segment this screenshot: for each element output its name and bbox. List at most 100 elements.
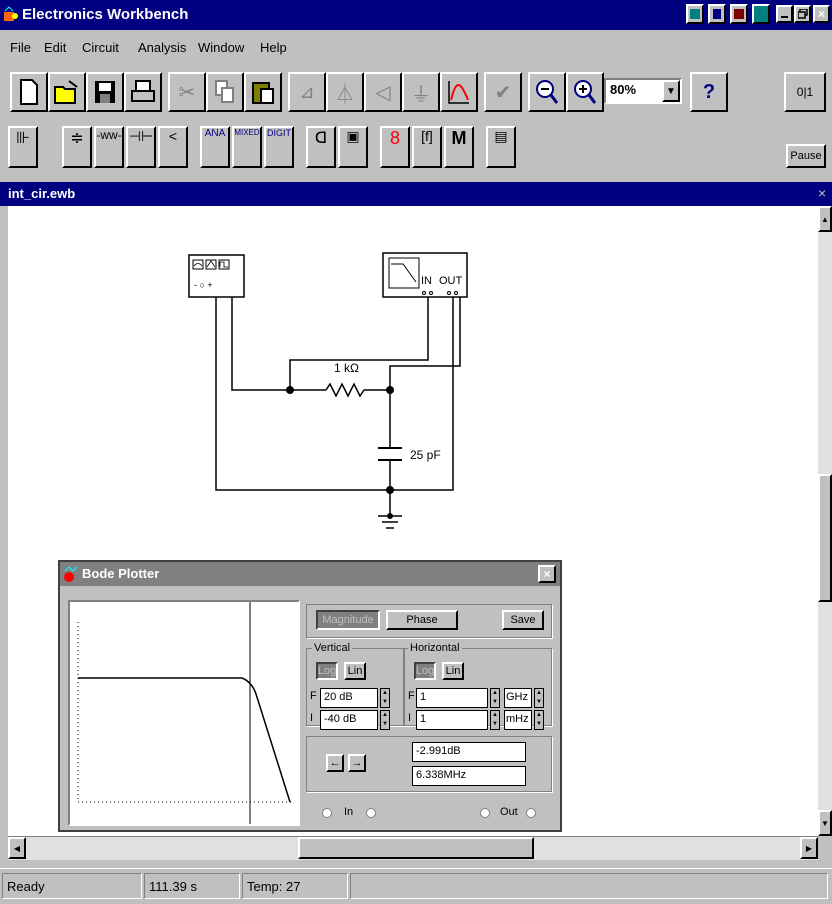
- horizontal-initial-prefix: I: [408, 712, 412, 724]
- vertical-final-field[interactable]: 20 dB: [320, 688, 378, 708]
- toolbar-icon-a[interactable]: [686, 4, 704, 24]
- vertical-scroll-thumb[interactable]: [818, 474, 832, 602]
- bode-close-button[interactable]: ×: [538, 565, 556, 583]
- digital-ics-bin-icon[interactable]: DIGIT: [264, 126, 294, 168]
- magnitude-button[interactable]: Magnitude: [316, 610, 380, 630]
- basic-bin-icon[interactable]: -ww-: [94, 126, 124, 168]
- horizontal-final-field[interactable]: 1: [416, 688, 488, 708]
- analog-ics-bin-icon[interactable]: ANA: [200, 126, 230, 168]
- zoom-out-icon[interactable]: [528, 72, 566, 112]
- scroll-right-button[interactable]: ▶: [800, 837, 818, 859]
- menu-help[interactable]: Help: [260, 40, 287, 55]
- favorites-bin-icon[interactable]: ⊪: [8, 126, 38, 168]
- vertical-lin-label: Lin: [347, 665, 363, 677]
- phase-label: Phase: [406, 614, 438, 626]
- menu-bar: File Edit Circuit Analysis Window Help: [0, 30, 832, 64]
- app-title-bar[interactable]: Electronics Workbench ×: [0, 0, 832, 30]
- flip-horizontal-icon[interactable]: ◁: [364, 72, 402, 112]
- miscellaneous-bin-icon[interactable]: M: [444, 126, 474, 168]
- scroll-up-button[interactable]: ▲: [818, 206, 832, 232]
- flip-vertical-icon[interactable]: ⏃: [326, 72, 364, 112]
- horizontal-final-unit-spinner[interactable]: ▲ ▼: [534, 688, 544, 708]
- paste-icon[interactable]: [244, 72, 282, 112]
- save-button[interactable]: Save: [502, 610, 544, 630]
- component-properties-icon[interactable]: ⏚: [402, 72, 440, 112]
- mixed-ics-bin-icon[interactable]: MIXED: [232, 126, 262, 168]
- sources-bin-icon[interactable]: ≑: [62, 126, 92, 168]
- logic-gates-bin-icon[interactable]: ᗡ: [306, 126, 336, 168]
- instruments-bin-icon[interactable]: ▤: [486, 126, 516, 168]
- pause-button[interactable]: Pause: [786, 144, 826, 168]
- in-terminal-minus[interactable]: [322, 808, 332, 818]
- function-generator[interactable]: - ○ +: [188, 254, 245, 298]
- analysis-graphs-icon[interactable]: ✔: [484, 72, 522, 112]
- horizontal-log-button[interactable]: Log: [414, 662, 436, 680]
- save-disk-icon[interactable]: [86, 72, 124, 112]
- new-file-icon[interactable]: [10, 72, 48, 112]
- menu-window[interactable]: Window: [198, 40, 244, 55]
- horizontal-lin-button[interactable]: Lin: [442, 662, 464, 680]
- vertical-final-prefix: F: [310, 690, 317, 702]
- vertical-scrollbar[interactable]: ▲ ▼: [818, 206, 832, 836]
- horizontal-final-prefix: F: [408, 690, 415, 702]
- parts-bin-toolbar: ⊪ ≑ -ww- ⊣⊢ < ANA MIXED DIGIT ᗡ ▣ 8 [f] …: [0, 122, 832, 178]
- menu-circuit[interactable]: Circuit: [82, 40, 119, 55]
- menu-file[interactable]: File: [10, 40, 31, 55]
- out-terminal-minus[interactable]: [480, 808, 490, 818]
- indicators-bin-icon[interactable]: 8: [380, 126, 410, 168]
- cut-icon[interactable]: ✂: [168, 72, 206, 112]
- toolbar-icon-b[interactable]: [708, 4, 726, 24]
- cursor-left-arrow: ←: [329, 757, 341, 769]
- horizontal-initial-unit[interactable]: mHz: [504, 710, 532, 730]
- vertical-initial-field[interactable]: -40 dB: [320, 710, 378, 730]
- print-icon[interactable]: [124, 72, 162, 112]
- controls-bin-icon[interactable]: [f]: [412, 126, 442, 168]
- menu-analysis[interactable]: Analysis: [138, 40, 186, 55]
- vertical-final-spinner[interactable]: ▲ ▼: [380, 688, 390, 708]
- horizontal-scrollbar[interactable]: ◀ ▶: [8, 836, 818, 860]
- maximize-button[interactable]: [794, 5, 811, 23]
- toolbar-icon-c[interactable]: [730, 4, 748, 24]
- status-state-text: Ready: [7, 879, 45, 894]
- minimize-button[interactable]: [776, 5, 793, 23]
- digital-bin-icon[interactable]: ▣: [338, 126, 368, 168]
- menu-edit[interactable]: Edit: [44, 40, 66, 55]
- pause-label: Pause: [790, 150, 822, 162]
- in-terminal-plus[interactable]: [366, 808, 376, 818]
- transistors-bin-icon[interactable]: <: [158, 126, 188, 168]
- horizontal-initial-spinner[interactable]: ▲ ▼: [490, 710, 500, 730]
- horizontal-initial-field[interactable]: 1: [416, 710, 488, 730]
- rotate-icon[interactable]: ⊿: [288, 72, 326, 112]
- scroll-left-button[interactable]: ◀: [8, 837, 26, 859]
- vertical-log-button[interactable]: Log: [316, 662, 338, 680]
- app-icon[interactable]: [3, 6, 19, 22]
- resistor[interactable]: [325, 382, 368, 398]
- power-switch[interactable]: 0|1: [784, 72, 826, 112]
- capacitor[interactable]: [378, 447, 402, 461]
- document-title-bar[interactable]: int_cir.ewb ×: [0, 182, 832, 206]
- open-folder-icon[interactable]: [48, 72, 86, 112]
- phase-button[interactable]: Phase: [386, 610, 458, 630]
- horizontal-scroll-thumb[interactable]: [298, 837, 534, 859]
- cursor-left-button[interactable]: ←: [326, 754, 344, 772]
- scroll-down-button[interactable]: ▼: [818, 810, 832, 836]
- vertical-lin-button[interactable]: Lin: [344, 662, 366, 680]
- chevron-down-icon[interactable]: ▼: [662, 80, 680, 102]
- out-terminal-plus[interactable]: [526, 808, 536, 818]
- vertical-initial-spinner[interactable]: ▲ ▼: [380, 710, 390, 730]
- toolbar-icon-d[interactable]: [752, 4, 770, 24]
- bode-title-bar[interactable]: Bode Plotter ×: [60, 562, 560, 586]
- cursor-right-button[interactable]: →: [348, 754, 366, 772]
- horizontal-final-unit[interactable]: GHz: [504, 688, 532, 708]
- help-button[interactable]: ?: [690, 72, 728, 112]
- copy-icon[interactable]: [206, 72, 244, 112]
- document-close-icon[interactable]: ×: [818, 185, 826, 201]
- diodes-bin-icon[interactable]: ⊣⊢: [126, 126, 156, 168]
- close-button[interactable]: ×: [813, 5, 830, 23]
- horizontal-initial-unit-spinner[interactable]: ▲ ▼: [534, 710, 544, 730]
- horizontal-final-spinner[interactable]: ▲ ▼: [490, 688, 500, 708]
- zoom-in-icon[interactable]: [566, 72, 604, 112]
- horizontal-group-label: Horizontal: [408, 642, 462, 654]
- subcircuit-icon[interactable]: [440, 72, 478, 112]
- bode-in-terminal-label: IN: [421, 275, 432, 287]
